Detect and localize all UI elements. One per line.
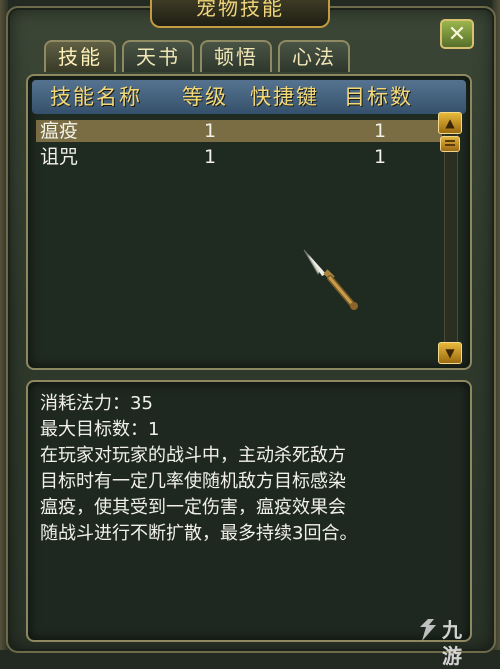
window-title: 宠物技能 [196,0,284,20]
description-line-3: 瘟疫，使其受到一定伤害，瘟疫效果会 [40,497,346,518]
tab-mind-method-label: 心法 [292,45,336,69]
skill-list-scrollbar[interactable]: ▲ ▼ [438,112,462,364]
skill-level: 1 [204,120,217,142]
scroll-down-button[interactable]: ▼ [438,342,462,364]
tab-skills[interactable]: 技能 [44,40,116,72]
watermark-logo-icon [420,619,436,641]
tab-skills-label: 技能 [58,45,102,69]
header-level: 等级 [182,85,228,109]
tab-epiphany-label: 顿悟 [214,45,258,69]
scrollbar-track[interactable] [444,134,458,342]
skill-targets: 1 [374,120,387,142]
header-target-count: 目标数 [344,85,413,109]
skill-targets: 1 [374,146,387,168]
grip-icon [445,140,455,142]
triangle-down-icon: ▼ [445,346,455,360]
dagger-cursor-icon [303,249,358,310]
close-icon: ✕ [447,22,467,47]
watermark-text: 九游 [442,618,462,668]
skill-level: 1 [204,146,217,168]
tab-heavenly-book-label: 天书 [136,45,180,69]
skill-row-plague[interactable]: 瘟疫 1 1 [36,120,442,142]
tab-mind-method[interactable]: 心法 [278,40,350,72]
header-skill-name: 技能名称 [50,85,142,109]
tab-heavenly-book[interactable]: 天书 [122,40,194,72]
window-title-plate: 宠物技能 [150,0,330,28]
skill-list-header: 技能名称 等级 快捷键 目标数 [32,80,466,114]
tab-epiphany[interactable]: 顿悟 [200,40,272,72]
header-hotkey: 快捷键 [250,85,319,109]
max-targets-text: 最大目标数：1 [40,419,160,440]
close-button[interactable]: ✕ [440,19,474,49]
description-line-2: 目标时有一定几率使随机敌方目标感染 [40,471,346,492]
skill-name: 瘟疫 [40,120,79,142]
skill-list-panel: 技能名称 等级 快捷键 目标数 瘟疫 1 1 诅咒 1 1 ▲ ▼ [26,74,472,370]
triangle-up-icon: ▲ [445,116,455,130]
skill-name: 诅咒 [40,146,79,168]
description-line-1: 在玩家对玩家的战斗中，主动杀死敌方 [40,445,346,466]
description-line-4: 随战斗进行不断扩散，最多持续3回合。 [40,523,358,544]
scrollbar-thumb[interactable] [440,136,460,152]
skill-description-panel: 消耗法力：35 最大目标数：1 在玩家对玩家的战斗中，主动杀死敌方 目标时有一定… [26,380,472,642]
scroll-up-button[interactable]: ▲ [438,112,462,134]
skill-row-curse[interactable]: 诅咒 1 1 [36,146,442,168]
mana-cost-text: 消耗法力：35 [40,393,153,414]
